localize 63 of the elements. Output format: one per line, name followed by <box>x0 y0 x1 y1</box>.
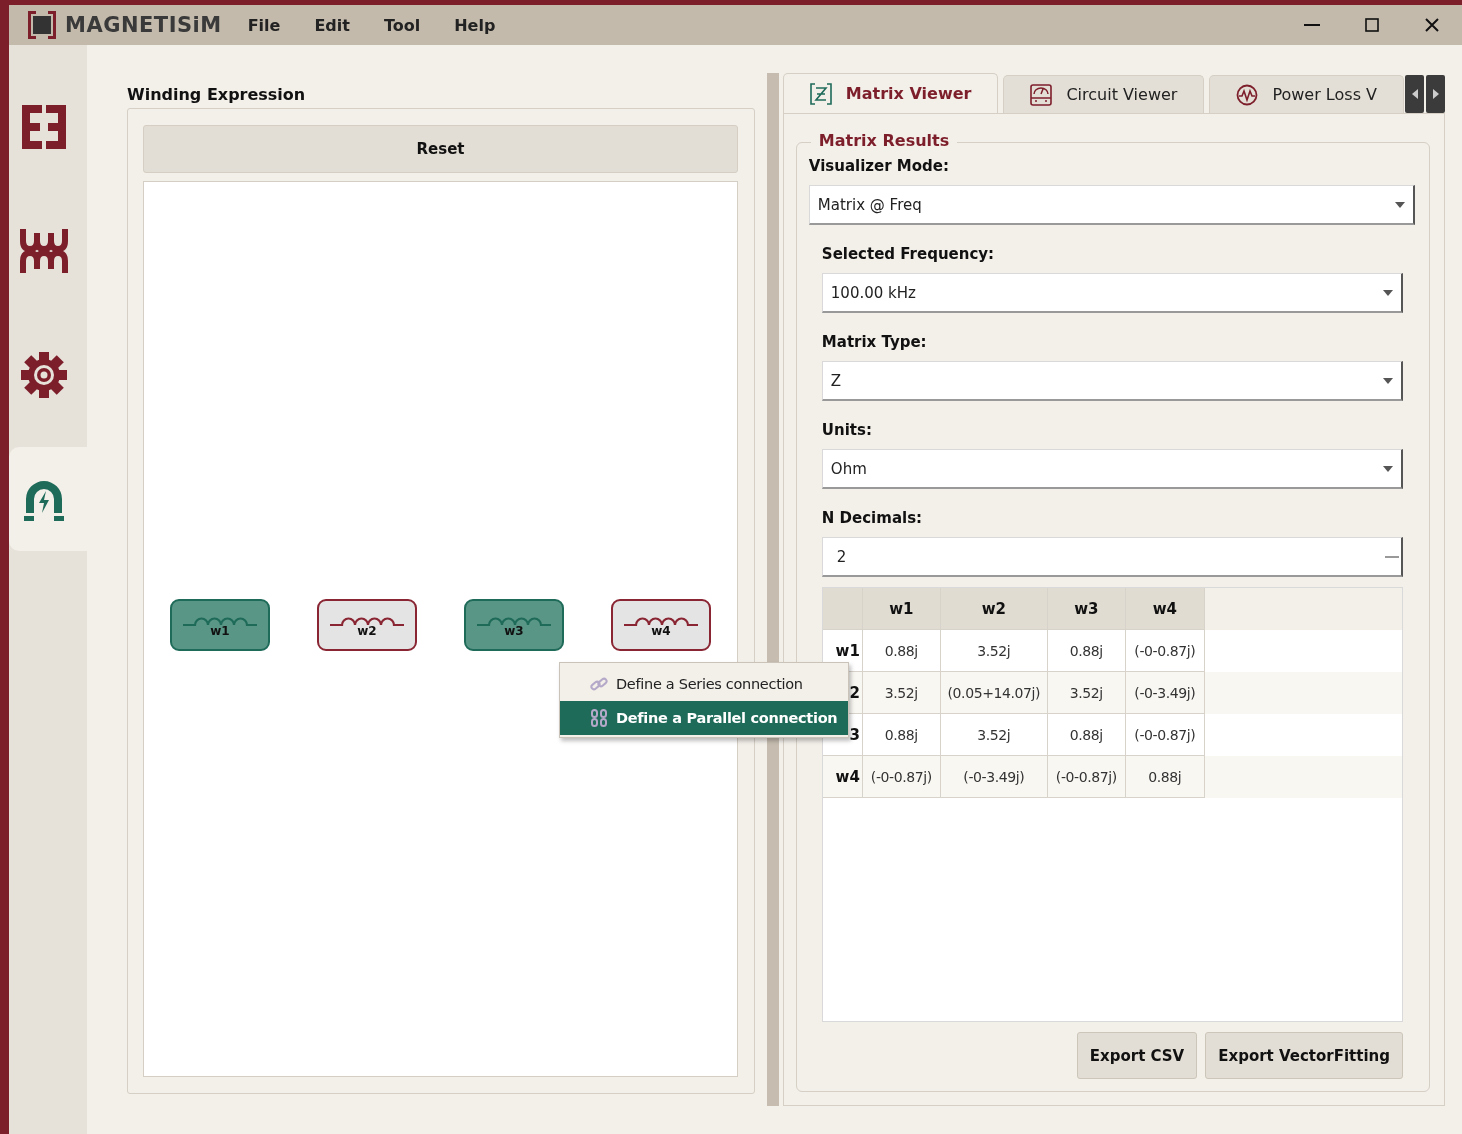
export-button[interactable]: Export VectorFitting <box>1205 1032 1403 1079</box>
menu-item[interactable]: Help <box>454 15 496 35</box>
link-icon <box>590 675 608 693</box>
winding-node[interactable]: w3 <box>464 599 564 651</box>
panel-title: Winding Expression <box>127 85 307 104</box>
reset-button[interactable]: Reset <box>143 125 738 173</box>
menu-item[interactable]: Edit <box>314 15 350 35</box>
app-logo-icon <box>27 10 57 40</box>
dropdown-field[interactable]: 100.00 kHz <box>821 273 1403 313</box>
menu-item[interactable]: File <box>247 15 281 35</box>
table-cell: (-0-3.49j) <box>940 756 1048 798</box>
spin-divider-icon <box>1385 555 1399 558</box>
spin-field[interactable]: 2 <box>821 537 1403 577</box>
minimize-icon <box>1304 24 1320 26</box>
winding-node[interactable]: w4 <box>611 599 711 651</box>
table-cell: (-0-0.87j) <box>862 756 941 798</box>
meter-icon <box>1030 83 1053 106</box>
dropdown-caret-icon <box>1383 465 1393 472</box>
winding-label: w1 <box>210 624 230 638</box>
matrix-icon <box>809 82 832 105</box>
field-label: Matrix Type: <box>821 333 928 351</box>
table-cell: (-0-0.87j) <box>1047 756 1126 798</box>
dropdown-caret-icon <box>1395 201 1405 208</box>
app-name: MAGNETISiM <box>65 13 222 37</box>
winding-label: w3 <box>504 624 524 638</box>
dropdown-field[interactable]: Matrix @ Freq <box>808 185 1415 225</box>
table-cell: 0.88j <box>1125 756 1205 798</box>
winding-node[interactable]: w1 <box>170 599 270 651</box>
winding-icon <box>20 227 68 275</box>
close-icon <box>1425 18 1439 32</box>
core-icon <box>20 103 68 151</box>
maximize-icon <box>1365 18 1379 32</box>
winding-label: w2 <box>357 624 377 638</box>
column-header: w2 <box>940 588 1048 630</box>
tab[interactable]: Matrix Viewer <box>782 73 999 113</box>
field-label: Units: <box>821 421 873 439</box>
scroll-left-button[interactable] <box>1405 75 1424 113</box>
context-menu-item[interactable]: Define a Parallel connection <box>560 701 848 735</box>
gear-icon <box>20 351 68 399</box>
column-header: w1 <box>862 588 941 630</box>
column-header: w3 <box>1047 588 1126 630</box>
field-label: N Decimals: <box>821 509 924 527</box>
dropdown-caret-icon <box>1383 289 1393 296</box>
row-header: w4 <box>822 756 863 798</box>
right-arrow-icon <box>1432 89 1439 99</box>
tab[interactable]: Power Loss V <box>1209 75 1404 113</box>
winding-label: w4 <box>651 624 671 638</box>
export-button[interactable]: Export CSV <box>1076 1032 1198 1079</box>
menu-item[interactable]: Tool <box>383 15 421 35</box>
dropdown-field[interactable]: Z <box>821 361 1403 401</box>
wave-circle-icon <box>1236 83 1259 106</box>
column-header: w4 <box>1125 588 1205 630</box>
field-label: Selected Frequency: <box>821 245 996 263</box>
tab[interactable]: Circuit Viewer <box>1003 75 1205 113</box>
parallel-link-icon <box>590 709 608 727</box>
menu-item-label: Define a Series connection <box>616 676 803 692</box>
dropdown-field[interactable]: Ohm <box>821 449 1403 489</box>
left-arrow-icon <box>1411 89 1418 99</box>
sidebar-item[interactable] <box>9 447 87 551</box>
dropdown-caret-icon <box>1383 377 1393 384</box>
winding-node[interactable]: w2 <box>317 599 417 651</box>
scroll-right-button[interactable] <box>1426 75 1445 113</box>
field-label: Visualizer Mode: <box>808 157 950 175</box>
